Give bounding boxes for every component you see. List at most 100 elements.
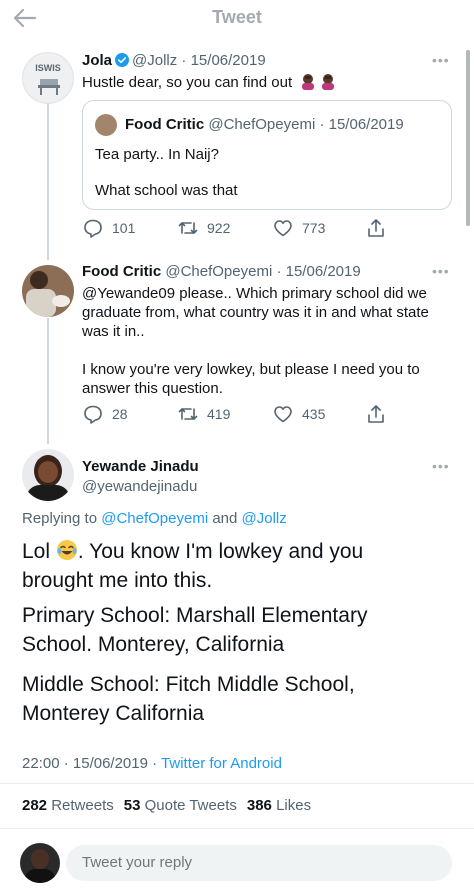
author-name[interactable]: Jola xyxy=(82,52,112,69)
likes-count: 386 xyxy=(246,797,272,814)
quoted-tweet-header: Food Critic @ChefOpeyemi · 15/06/2019 xyxy=(125,116,404,133)
quoted-tweet-date: 15/06/2019 xyxy=(328,116,404,133)
author-handle[interactable]: @ChefOpeyemi xyxy=(165,263,272,280)
quoted-avatar xyxy=(95,114,117,136)
share-icon xyxy=(368,405,384,423)
main-tweet-line: Monterey California xyxy=(22,702,205,725)
avatar-logo-text: ISWIS xyxy=(35,63,61,73)
retweet-icon xyxy=(178,408,198,420)
meta-separator: · xyxy=(147,755,162,772)
main-tweet-text-segment: Lol xyxy=(22,540,51,563)
divider xyxy=(0,828,474,829)
main-tweet-line: Lol . You know I'm lowkey and you xyxy=(22,537,363,566)
author-handle[interactable]: @yewandejinadu xyxy=(82,478,197,495)
divider xyxy=(0,783,474,784)
tweet-actions: 28 419 435 xyxy=(82,403,462,425)
reply-composer[interactable] xyxy=(66,845,452,881)
retweets-label: Retweets xyxy=(51,797,114,814)
retweet-count: 922 xyxy=(207,220,231,236)
tweet-header: Jola @Jollz · 15/06/2019 xyxy=(82,52,266,69)
replying-and: and xyxy=(212,510,238,527)
tweet-actions: 101 922 773 xyxy=(82,217,462,239)
tweet-text-content: Hustle dear, so you can find out xyxy=(82,74,293,91)
tweet-text-line: @Yewande09 please.. Which primary school… xyxy=(82,285,427,302)
retweet-icon xyxy=(178,222,198,234)
quoted-tweet-card[interactable]: Food Critic @ChefOpeyemi · 15/06/2019 Te… xyxy=(82,100,452,210)
tweet-date[interactable]: 15/06/2019 xyxy=(286,263,361,280)
main-tweet-line: School. Monterey, California xyxy=(22,633,285,656)
reply-count: 101 xyxy=(112,220,136,236)
date-separator: · xyxy=(315,116,329,133)
avatar[interactable]: ISWIS xyxy=(22,52,74,104)
main-tweet-line: Primary School: Marshall Elementary xyxy=(22,604,368,627)
retweet-button[interactable]: 922 xyxy=(177,217,230,239)
page-title: Tweet xyxy=(212,7,262,27)
tweet-text-line: graduate from, what country was it in an… xyxy=(82,304,429,321)
mention-link[interactable]: @Jollz xyxy=(242,510,287,527)
main-tweet-text-segment: . You know I'm lowkey and you xyxy=(77,540,364,563)
quoted-author-name: Food Critic xyxy=(125,116,205,133)
author-name[interactable]: Food Critic xyxy=(82,263,161,280)
author-handle[interactable]: @Jollz xyxy=(132,52,177,69)
scrollbar[interactable] xyxy=(466,50,470,226)
date-separator: · xyxy=(272,263,286,280)
heart-icon xyxy=(274,220,292,237)
quoted-author-handle: @ChefOpeyemi xyxy=(208,116,316,133)
avatar-photo-shape xyxy=(52,295,70,307)
tweet-source-link[interactable]: Twitter for Android xyxy=(161,755,282,772)
share-button[interactable] xyxy=(365,403,387,425)
avatar-photo-shape xyxy=(26,485,70,501)
tweet-text-line: was it in.. xyxy=(82,323,145,340)
reply-icon xyxy=(84,405,102,424)
thread-connector xyxy=(47,100,49,260)
avatar[interactable] xyxy=(22,265,74,317)
quoted-tweet-line: What school was that xyxy=(95,182,238,199)
avatar-photo-shape xyxy=(31,849,49,869)
avatar-photo-shape xyxy=(26,289,56,317)
author-name[interactable]: Yewande Jinadu xyxy=(82,458,199,475)
current-user-avatar[interactable] xyxy=(20,843,60,883)
chair-icon xyxy=(38,79,60,95)
quoted-tweet-line: Tea party.. In Naij? xyxy=(95,146,219,163)
main-tweet-line: brought me into this. xyxy=(22,569,213,592)
tweet-date[interactable]: 15/06/2019 xyxy=(191,52,266,69)
tweet-date: 15/06/2019 xyxy=(72,755,148,772)
retweets-count: 282 xyxy=(22,797,48,814)
avatar[interactable] xyxy=(22,449,74,501)
reply-input[interactable] xyxy=(82,845,422,881)
mention-link[interactable]: @ChefOpeyemi xyxy=(101,510,208,527)
heart-icon xyxy=(274,406,292,423)
replying-to: Replying to @ChefOpeyemi and @Jollz xyxy=(22,510,287,527)
quote-tweets-stat[interactable]: 53 Quote Tweets xyxy=(124,797,237,814)
avatar-photo-shape xyxy=(38,461,58,483)
likes-stat[interactable]: 386 Likes xyxy=(247,797,311,814)
retweet-count: 419 xyxy=(207,406,231,422)
avatar-photo-shape xyxy=(30,271,48,289)
verified-badge-icon xyxy=(115,53,130,67)
replying-prefix: Replying to xyxy=(22,510,98,527)
top-bar: Tweet xyxy=(0,0,474,36)
like-button[interactable]: 435 xyxy=(272,403,325,425)
tweet-text-line: I know you're very lowkey, but please I … xyxy=(82,361,420,378)
share-button[interactable] xyxy=(365,217,387,239)
tweet-meta: 22:00 · 15/06/2019 · Twitter for Android xyxy=(22,755,282,772)
thread-connector xyxy=(47,318,49,444)
like-button[interactable]: 773 xyxy=(272,217,325,239)
more-options-icon[interactable]: ••• xyxy=(432,458,450,474)
like-count: 435 xyxy=(302,406,326,422)
retweet-button[interactable]: 419 xyxy=(177,403,230,425)
tweet-text: Hustle dear, so you can find out xyxy=(82,72,339,92)
tweet-text-line: answer this question. xyxy=(82,380,223,397)
quote-tweets-label: Quote Tweets xyxy=(144,797,237,814)
quote-tweets-count: 53 xyxy=(123,797,141,814)
likes-label: Likes xyxy=(276,797,312,814)
retweets-stat[interactable]: 282 Retweets xyxy=(22,797,114,814)
reply-button[interactable]: 28 xyxy=(82,403,128,425)
woman-facepalm-emoji-icon xyxy=(302,74,335,90)
more-options-icon[interactable]: ••• xyxy=(432,263,450,279)
reply-count: 28 xyxy=(112,406,128,422)
main-tweet-line: Middle School: Fitch Middle School, xyxy=(22,673,355,696)
more-options-icon[interactable]: ••• xyxy=(432,52,450,68)
reply-button[interactable]: 101 xyxy=(82,217,135,239)
meta-separator: · xyxy=(59,755,73,772)
